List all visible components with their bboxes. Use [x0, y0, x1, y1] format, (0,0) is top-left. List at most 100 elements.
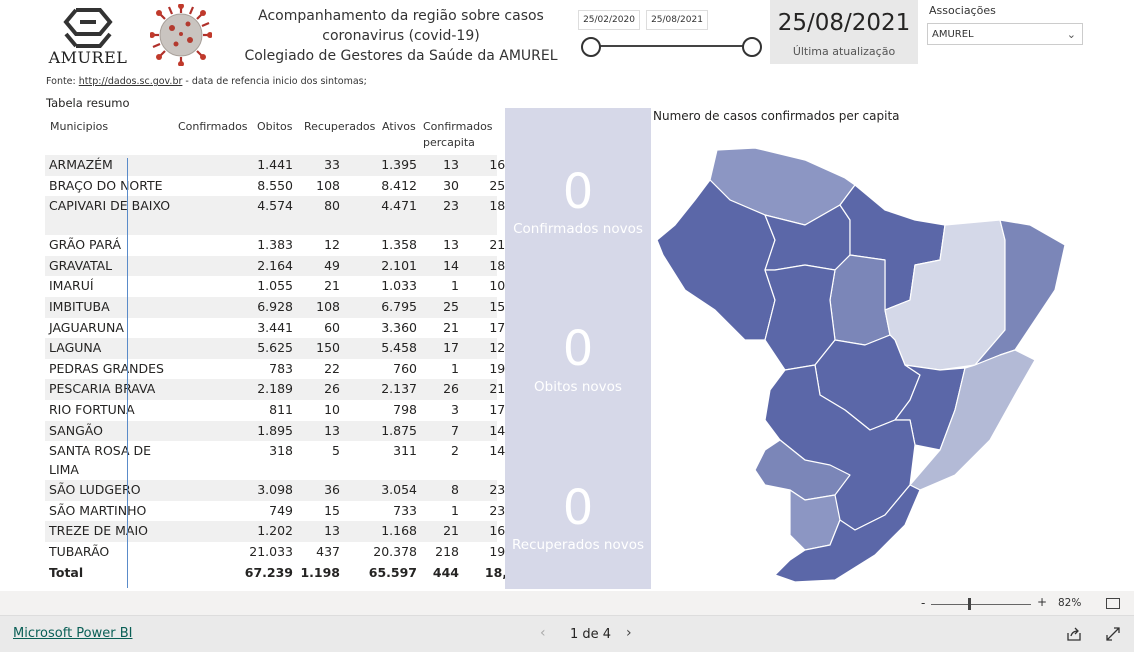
source-link[interactable]: http://dados.sc.gov.br — [79, 76, 183, 87]
table-title: Tabela resumo — [46, 96, 130, 110]
col-header-recuperados[interactable]: Recuperados — [304, 119, 375, 135]
zoom-in-button[interactable]: + — [1037, 595, 1047, 609]
cell-municipio: TUBARÃO — [49, 543, 110, 559]
table-row[interactable]: SÃO MARTINHO74915733123,55% — [45, 501, 537, 522]
table-row[interactable]: LAGUNA5.6251505.4581712,28% — [45, 338, 537, 359]
cell-obitos: 26 — [324, 381, 340, 397]
prev-page-icon[interactable]: ‹ — [540, 625, 546, 641]
cell-ativos: 21 — [443, 319, 459, 335]
cell-recuperados: 1.358 — [381, 237, 417, 253]
cell-recuperados: 5.458 — [381, 340, 417, 356]
table-row[interactable]: RIO FORTUNA81110798317,59% — [45, 400, 537, 421]
cell-obitos: 108 — [316, 177, 340, 193]
table-row[interactable]: JAGUARUNA3.441603.3602117,18% — [45, 318, 537, 339]
assoc-selected-value: AMUREL — [932, 29, 974, 40]
cell-confirmados: 3.441 — [257, 319, 293, 335]
table-row[interactable]: SANGÃO1.895131.875714,95% — [45, 420, 537, 442]
table-row[interactable]: GRAVATAL2.164492.1011418,82% — [45, 255, 537, 277]
cell-recuperados: 733 — [393, 502, 417, 518]
table-row[interactable]: IMBITUBA6.9281086.7952515,45% — [45, 296, 537, 318]
cell-municipio: PESCARIA BRAVA — [49, 381, 156, 397]
table-row[interactable]: IMARUÍ1.055211.033110,41% — [45, 276, 537, 297]
table-row[interactable]: SÃO LUDGERO3.098363.054823,10% — [45, 480, 537, 501]
cell-confirmados: 1.895 — [257, 422, 293, 438]
kpi-confirmados-label: Confirmados novos — [513, 221, 643, 237]
cell-ativos: 13 — [443, 237, 459, 253]
table-row[interactable]: PEDRAS GRANDES78322760119,69% — [45, 359, 537, 380]
kpi-recuperados-value: 0 — [562, 480, 594, 536]
last-update-date: 25/08/2021 — [777, 10, 911, 36]
zoom-level: 82% — [1058, 597, 1082, 609]
table-row[interactable]: CAPIVARI DE BAIXO4.574804.4712318,39% — [45, 196, 537, 236]
cell-municipio: JAGUARUNA — [49, 319, 124, 335]
cell-ativos: 218 — [435, 543, 459, 559]
cell-ativos: 30 — [443, 177, 459, 193]
cell-ativos: 3 — [451, 401, 459, 417]
col-header-percapita[interactable]: Confirmados percapita — [423, 119, 497, 151]
table-row[interactable]: BRAÇO DO NORTE8.5501088.4123025,56% — [45, 176, 537, 197]
cell-ativos: 1 — [451, 502, 459, 518]
cell-ativos: 1 — [451, 360, 459, 376]
cell-recuperados: 20.378 — [373, 543, 417, 559]
cell-confirmados: 749 — [269, 502, 293, 518]
cell-obitos: 13 — [324, 523, 340, 539]
cell-confirmados: 5.625 — [257, 340, 293, 356]
cell-confirmados: 1.383 — [257, 237, 293, 253]
source-prefix: Fonte: — [46, 76, 79, 87]
cell-obitos: 437 — [316, 543, 340, 559]
table-row[interactable]: PESCARIA BRAVA2.189262.1372621,69% — [45, 379, 537, 400]
kpi-obitos-label: Obitos novos — [534, 379, 622, 395]
zoom-slider-handle[interactable] — [968, 598, 971, 610]
cell-municipio: ARMAZÉM — [49, 157, 113, 172]
cell-recuperados: 1.168 — [381, 523, 417, 539]
cell-obitos: 33 — [324, 157, 340, 172]
cell-recuperados: 1.875 — [381, 422, 417, 438]
cell-municipio: PEDRAS GRANDES — [49, 360, 164, 376]
col-header-ativos[interactable]: Ativos — [382, 119, 416, 135]
zoom-slider-track[interactable] — [931, 604, 1031, 605]
next-page-icon[interactable]: › — [626, 625, 632, 641]
col-header-municipios[interactable]: Municipios — [50, 119, 108, 135]
assoc-dropdown[interactable]: AMUREL ⌄ — [927, 23, 1083, 45]
cell-municipio: GRAVATAL — [49, 257, 113, 273]
cell-confirmados: 2.164 — [257, 257, 293, 273]
source-suffix: - data de refencia inicio dos sintomas; — [182, 76, 367, 87]
cell-municipio: GRÃO PARÁ — [49, 237, 122, 253]
date-slider-track[interactable] — [590, 45, 753, 47]
date-slider-end-handle[interactable] — [742, 37, 762, 57]
cell-obitos: 36 — [324, 482, 340, 498]
table-total-row: Total67.2391.19865.59744418,23% — [45, 563, 537, 584]
zoom-out-button[interactable]: - — [921, 596, 925, 610]
cell-ativos: 13 — [443, 157, 459, 172]
map-title: Numero de casos confirmados per capita — [653, 109, 900, 123]
powerbi-link[interactable]: Microsoft Power BI — [13, 626, 132, 641]
date-start-input[interactable]: 25/02/2020 — [578, 10, 640, 30]
table-row[interactable]: SANTA ROSA DE LIMA3185311214,85% — [45, 441, 537, 480]
last-update-label: Última atualização — [792, 45, 896, 58]
date-slider-start-handle[interactable] — [581, 37, 601, 57]
cell-obitos: 5 — [332, 443, 340, 459]
table-row[interactable]: ARMAZÉM1.441331.3951316,61% — [45, 155, 537, 176]
table-row[interactable]: GRÃO PARÁ1.383121.3581321,05% — [45, 235, 537, 256]
kpi-confirmados-value: 0 — [562, 164, 594, 220]
cell-recuperados: 4.471 — [381, 198, 417, 214]
fullscreen-icon[interactable] — [1106, 626, 1120, 645]
date-end-input[interactable]: 25/08/2021 — [646, 10, 708, 30]
title-line-3: Colegiado de Gestores da Saúde da AMUREL — [244, 48, 558, 64]
cell-obitos: 108 — [316, 298, 340, 314]
cell-municipio: SÃO LUDGERO — [49, 482, 141, 498]
col-header-confirmados[interactable]: Confirmados — [178, 119, 248, 135]
cell-municipio: IMBITUBA — [49, 298, 110, 314]
title-line-2: coronavirus (covid-19) — [322, 28, 480, 44]
share-icon[interactable] — [1066, 626, 1082, 645]
cell-confirmados: 2.189 — [257, 381, 293, 397]
cell-recuperados: 1.395 — [381, 157, 417, 172]
table-row[interactable]: TREZE DE MAIO1.202131.1682116,98% — [45, 521, 537, 542]
cell-recuperados: 760 — [393, 360, 417, 376]
cell-confirmados: 6.928 — [257, 298, 293, 314]
col-header-obitos[interactable]: Obitos — [257, 119, 292, 135]
choropleth-map[interactable] — [655, 140, 1075, 585]
source-note: Fonte: http://dados.sc.gov.br - data de … — [46, 76, 367, 87]
table-row[interactable]: TUBARÃO21.03343720.37821819,90% — [45, 542, 537, 563]
fit-to-page-icon[interactable] — [1106, 598, 1120, 609]
